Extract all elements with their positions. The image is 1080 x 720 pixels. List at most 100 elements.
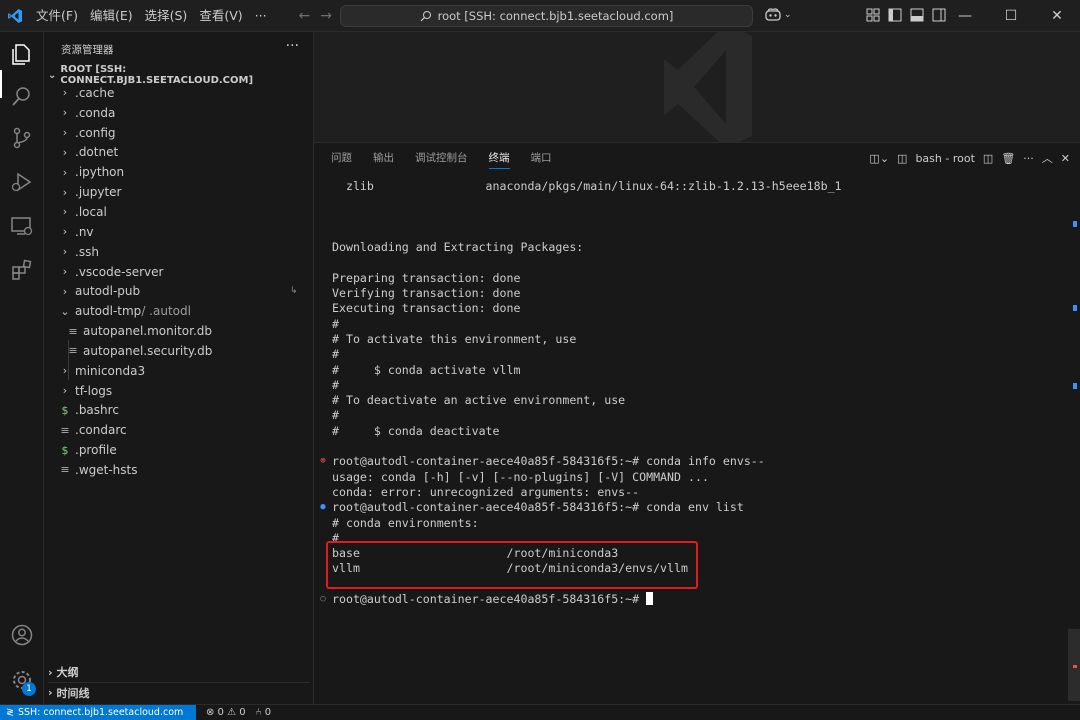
trash-icon[interactable]: 🗑 xyxy=(1001,152,1015,165)
title-bar: 文件(F) 编辑(E) 选择(S) 查看(V) ··· ← → root [SS… xyxy=(0,0,1080,32)
forward-arrow-icon[interactable]: → xyxy=(320,8,332,24)
menu-selection[interactable]: 选择(S) xyxy=(139,0,194,32)
tree-item[interactable]: › tf-logs xyxy=(44,381,314,401)
tree-item-label: .conda xyxy=(75,105,116,120)
split-terminal-icon[interactable]: ◫ xyxy=(983,152,993,165)
tree-item-label: tf-logs xyxy=(75,383,113,398)
run-debug-icon[interactable] xyxy=(10,170,34,194)
explorer-icon[interactable] xyxy=(10,42,34,66)
tree-item[interactable]: › .dotnet xyxy=(44,143,314,163)
toggle-panel-icon[interactable] xyxy=(910,8,924,22)
tab-ports[interactable]: 端口 xyxy=(531,143,552,173)
tree-item[interactable]: › .jupyter xyxy=(44,182,314,202)
tree-item-label: autopanel.monitor.db xyxy=(83,324,213,339)
tree-item[interactable]: ≡ autopanel.monitor.db xyxy=(44,321,314,341)
command-failed-icon[interactable]: ⊗ xyxy=(318,454,328,469)
scroll-marker-error xyxy=(1073,665,1077,668)
tree-item-label: .profile xyxy=(75,443,117,458)
menu-file[interactable]: 文件(F) xyxy=(30,0,84,32)
tree-item[interactable]: › .cache xyxy=(44,83,314,103)
vscode-watermark-icon xyxy=(664,32,752,142)
extensions-icon[interactable] xyxy=(10,258,34,282)
sidebar-more-button[interactable]: ··· xyxy=(286,38,299,54)
close-panel-icon[interactable]: ✕ xyxy=(1061,152,1070,165)
search-icon[interactable] xyxy=(10,84,34,108)
command-success-icon[interactable]: ● xyxy=(318,500,328,515)
menu-more[interactable]: ··· xyxy=(249,0,273,32)
back-arrow-icon[interactable]: ← xyxy=(299,8,311,24)
tree-item-label: .config xyxy=(75,125,116,140)
tree-item[interactable]: ⌄ autodl-tmp / .autodl xyxy=(44,301,314,321)
terminal-name[interactable]: bash - root xyxy=(915,152,974,165)
menu-edit[interactable]: 编辑(E) xyxy=(84,0,139,32)
tree-item[interactable]: › .conda xyxy=(44,103,314,123)
tree-item[interactable]: $ .bashrc xyxy=(44,401,314,421)
chevron-down-icon: ⌄ xyxy=(60,304,70,318)
scroll-marker xyxy=(1073,221,1077,227)
customize-layout-icon[interactable] xyxy=(866,8,880,22)
tree-item[interactable]: › miniconda3 xyxy=(44,361,314,381)
tree-item-label: miniconda3 xyxy=(75,363,146,378)
shell-file-icon: $ xyxy=(61,443,69,457)
tree-item[interactable]: › .vscode-server xyxy=(44,262,314,282)
terminal-icon: ◫ xyxy=(897,151,908,165)
tab-problems[interactable]: 问题 xyxy=(331,143,352,173)
tree-item[interactable]: › .ipython xyxy=(44,162,314,182)
terminal-line-text: Downloading and Extracting Packages: xyxy=(332,240,584,255)
new-terminal-split-icon[interactable]: ◫⌄ xyxy=(869,152,889,165)
more-actions-icon[interactable]: ··· xyxy=(1023,152,1034,165)
tree-item[interactable]: ≡ autopanel.security.db xyxy=(44,341,314,361)
terminal-line-text: conda: error: unrecognized arguments: en… xyxy=(332,484,640,499)
terminal-line-text: # xyxy=(332,347,339,362)
maximize-panel-icon[interactable]: ︿ xyxy=(1042,150,1053,166)
terminal-line-text: # To deactivate an active environment, u… xyxy=(332,393,626,408)
tree-item[interactable]: $ .profile xyxy=(44,440,314,460)
ports-status[interactable]: ⑃ 0 xyxy=(256,707,272,718)
terminal-line-text: # xyxy=(332,316,339,331)
tree-item-compact-suffix: / .autodl xyxy=(141,304,191,319)
panel-tabs: 问题 输出 调试控制台 终端 端口 xyxy=(314,143,573,173)
source-control-icon[interactable] xyxy=(10,126,34,150)
copilot-button[interactable]: ⌄ xyxy=(764,8,792,22)
tree-item[interactable]: ≡ .wget-hsts xyxy=(44,460,314,480)
terminal-line-text: # xyxy=(332,408,339,423)
terminal-line: # $ conda deactivate xyxy=(332,424,1072,439)
remote-indicator[interactable]: ≷ SSH: connect.bjb1.seetacloud.com xyxy=(0,704,196,720)
tree-item[interactable]: ≡ .condarc xyxy=(44,420,314,440)
timeline-section[interactable]: › 时间线 xyxy=(48,682,310,702)
tab-debug-console[interactable]: 调试控制台 xyxy=(415,143,468,173)
tree-item[interactable]: › autodl-pub xyxy=(44,281,314,301)
tab-terminal[interactable]: 终端 xyxy=(488,143,510,173)
timeline-label: 时间线 xyxy=(56,686,90,700)
chevron-right-icon: › xyxy=(48,665,53,679)
terminal-line-text: # $ conda activate vllm xyxy=(332,362,521,377)
panel-actions: ◫⌄ ◫ bash - root ◫ 🗑 ··· ︿ ✕ xyxy=(869,150,1070,166)
maximize-button[interactable]: ☐ xyxy=(988,0,1034,32)
problems-status[interactable]: ⊗ 0 ⚠ 0 xyxy=(206,707,246,718)
remote-explorer-icon[interactable] xyxy=(10,214,34,238)
command-pending-icon[interactable]: ○ xyxy=(318,592,328,607)
terminal-line: usage: conda [-h] [-v] [--no-plugins] [-… xyxy=(332,470,1072,485)
tree-item[interactable]: › .local xyxy=(44,202,314,222)
chevron-right-icon: › xyxy=(62,106,68,120)
outline-section[interactable]: › 大纲 xyxy=(48,662,79,682)
terminal-line: Preparing transaction: done xyxy=(332,271,1072,286)
editor-area xyxy=(314,32,1080,142)
menu-view[interactable]: 查看(V) xyxy=(193,0,248,32)
chevron-right-icon: › xyxy=(62,165,68,179)
command-center[interactable]: root [SSH: connect.bjb1.seetacloud.com] xyxy=(340,5,753,27)
tree-item[interactable]: › .ssh xyxy=(44,242,314,262)
explorer-root-folder[interactable]: ⌄ ROOT [SSH: CONNECT.BJB1.SEETACLOUD.COM… xyxy=(48,64,310,86)
close-button[interactable]: ✕ xyxy=(1034,0,1080,32)
tab-output[interactable]: 输出 xyxy=(373,143,394,173)
toggle-sidebar-icon[interactable] xyxy=(888,8,902,22)
tree-item[interactable]: › .nv xyxy=(44,222,314,242)
scroll-marker xyxy=(1073,305,1077,311)
accounts-icon[interactable] xyxy=(10,623,34,647)
chevron-down-icon: ⌄ xyxy=(48,69,57,81)
minimize-button[interactable]: — xyxy=(942,0,988,32)
tree-item[interactable]: › .config xyxy=(44,123,314,143)
